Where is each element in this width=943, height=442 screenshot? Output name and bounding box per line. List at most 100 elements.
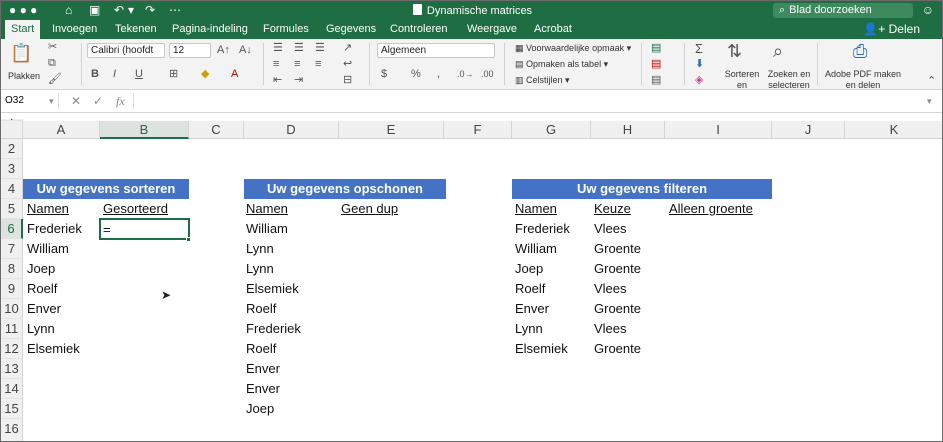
tab-tekenen[interactable]: Tekenen xyxy=(109,20,163,39)
row-header-15[interactable]: 15 xyxy=(1,399,23,419)
clean-section-header[interactable]: Uw gegevens opschonen xyxy=(244,179,446,199)
merge-center-icon[interactable]: ⊟ xyxy=(343,74,352,87)
clean-nodup-header[interactable]: Geen dup xyxy=(341,199,398,219)
user-icon[interactable]: ☺ xyxy=(922,3,934,17)
wrap-text-icon[interactable]: ↩ xyxy=(343,58,352,71)
tab-gegevens[interactable]: Gegevens xyxy=(320,20,382,39)
filter-veg-only-header[interactable]: Alleen groente xyxy=(669,199,753,219)
clean-name-cell[interactable]: Elsemiek xyxy=(246,279,299,299)
font-size-dropdown[interactable]: 12 xyxy=(169,43,211,58)
clean-name-cell[interactable]: Enver xyxy=(246,379,280,399)
sort-name-cell[interactable]: William xyxy=(27,239,69,259)
filter-name-cell[interactable]: Joep xyxy=(515,259,543,279)
filter-choice-cell[interactable]: Groente xyxy=(594,339,641,359)
row-header-9[interactable]: 9 xyxy=(1,279,23,299)
borders-icon[interactable]: ⊞ xyxy=(169,68,178,81)
sort-name-cell[interactable]: Frederiek xyxy=(27,219,82,239)
underline-icon[interactable]: U xyxy=(135,68,143,81)
filter-choice-cell[interactable]: Vlees xyxy=(594,319,627,339)
copy-icon[interactable]: ⧉ xyxy=(48,57,56,70)
tab-pagina-indeling[interactable]: Pagina-indeling xyxy=(166,20,254,39)
column-header-i[interactable]: I xyxy=(665,121,772,139)
font-color-icon[interactable]: A xyxy=(231,68,238,81)
orientation-icon[interactable]: ↗ xyxy=(343,42,352,55)
column-header-b[interactable]: B xyxy=(100,121,189,139)
clean-name-cell[interactable]: William xyxy=(246,219,288,239)
clean-names-header[interactable]: Namen xyxy=(246,199,288,219)
tab-acrobat[interactable]: Acrobat xyxy=(528,20,578,39)
tab-start[interactable]: Start xyxy=(5,20,41,39)
column-header-c[interactable]: C xyxy=(189,121,244,139)
row-header-7[interactable]: 7 xyxy=(1,239,23,259)
fill-color-icon[interactable]: ◆ xyxy=(201,68,209,81)
tab-controleren[interactable]: Controleren xyxy=(384,20,453,39)
filter-choice-cell[interactable]: Vlees xyxy=(594,219,627,239)
sort-filter-icon[interactable]: ⇅ xyxy=(727,41,742,61)
decrease-font-icon[interactable]: A↓ xyxy=(239,44,252,57)
align-right-icon[interactable]: ≡ xyxy=(315,58,321,71)
adobe-pdf-label[interactable]: Adobe PDF maken en delen xyxy=(823,69,903,91)
sort-names-header[interactable]: Namen xyxy=(27,199,69,219)
decrease-decimal-icon[interactable]: .00 xyxy=(481,68,494,81)
bold-icon[interactable]: B xyxy=(91,68,99,81)
clean-name-cell[interactable]: Roelf xyxy=(246,299,276,319)
filter-names-header[interactable]: Namen xyxy=(515,199,557,219)
align-center-icon[interactable]: ≡ xyxy=(294,58,300,71)
row-header-5[interactable]: 5 xyxy=(1,199,23,219)
sort-name-cell[interactable]: Elsemiek xyxy=(27,339,80,359)
row-header-12[interactable]: 12 xyxy=(1,339,23,359)
clean-name-cell[interactable]: Lynn xyxy=(246,239,274,259)
sort-name-cell[interactable]: Joep xyxy=(27,259,55,279)
clean-name-cell[interactable]: Enver xyxy=(246,359,280,379)
column-header-e[interactable]: E xyxy=(339,121,444,139)
filter-choice-header[interactable]: Keuze xyxy=(594,199,631,219)
row-header-13[interactable]: 13 xyxy=(1,359,23,379)
share-button[interactable]: 👤+ Delen xyxy=(863,21,920,38)
filter-name-cell[interactable]: Frederiek xyxy=(515,219,570,239)
insert-cells-icon[interactable]: ▤ xyxy=(651,42,661,55)
filter-name-cell[interactable]: Elsemiek xyxy=(515,339,568,359)
active-cell-b6[interactable]: = xyxy=(99,218,190,240)
sort-section-header[interactable]: Uw gegevens sorteren xyxy=(23,179,189,199)
format-cells-icon[interactable]: ▤ xyxy=(651,74,661,87)
increase-indent-icon[interactable]: ⇥ xyxy=(294,74,303,87)
search-sheet-input[interactable]: ⌕ Blad doorzoeken xyxy=(773,3,913,18)
filter-name-cell[interactable]: Enver xyxy=(515,299,549,319)
find-select-icon[interactable]: ⌕ xyxy=(773,41,783,61)
name-box-dropdown-icon[interactable]: ▾ xyxy=(49,94,54,108)
filter-choice-cell[interactable]: Groente xyxy=(594,299,641,319)
currency-icon[interactable]: $ xyxy=(381,68,387,81)
filter-choice-cell[interactable]: Groente xyxy=(594,239,641,259)
column-header-g[interactable]: G xyxy=(512,121,591,139)
clean-name-cell[interactable]: Joep xyxy=(246,399,274,419)
row-header-10[interactable]: 10 xyxy=(1,299,23,319)
tab-weergave[interactable]: Weergave xyxy=(461,20,523,39)
format-painter-icon[interactable]: 🖌 xyxy=(48,73,62,86)
row-header-3[interactable]: 3 xyxy=(1,159,23,179)
align-left-icon[interactable]: ≡ xyxy=(273,58,279,71)
cancel-icon[interactable]: ✕ xyxy=(71,94,81,108)
filter-choice-cell[interactable]: Vlees xyxy=(594,279,627,299)
filter-section-header[interactable]: Uw gegevens filteren xyxy=(512,179,772,199)
align-middle-icon[interactable]: ☰ xyxy=(294,42,304,55)
row-header-4[interactable]: 4 xyxy=(1,179,23,199)
clean-name-cell[interactable]: Roelf xyxy=(246,339,276,359)
column-header-h[interactable]: H xyxy=(591,121,665,139)
clean-name-cell[interactable]: Lynn xyxy=(246,259,274,279)
italic-icon[interactable]: I xyxy=(113,68,116,81)
filter-name-cell[interactable]: Lynn xyxy=(515,319,543,339)
row-header-8[interactable]: 8 xyxy=(1,259,23,279)
align-bottom-icon[interactable]: ☰ xyxy=(315,42,325,55)
delete-cells-icon[interactable]: ▤ xyxy=(651,58,661,71)
cell-styles-button[interactable]: ▥ Celstijlen ▾ xyxy=(515,75,570,86)
clear-icon[interactable]: ◈ xyxy=(695,74,703,87)
formula-input[interactable] xyxy=(133,93,923,109)
percent-icon[interactable]: % xyxy=(411,68,421,81)
paste-icon[interactable]: 📋 xyxy=(10,43,32,63)
enter-icon[interactable]: ✓ xyxy=(93,94,103,108)
fill-handle[interactable] xyxy=(186,237,191,242)
filter-choice-cell[interactable]: Groente xyxy=(594,259,641,279)
column-header-a[interactable]: A xyxy=(23,121,100,139)
column-header-d[interactable]: D xyxy=(244,121,339,139)
row-header-2[interactable]: 2 xyxy=(1,139,23,159)
